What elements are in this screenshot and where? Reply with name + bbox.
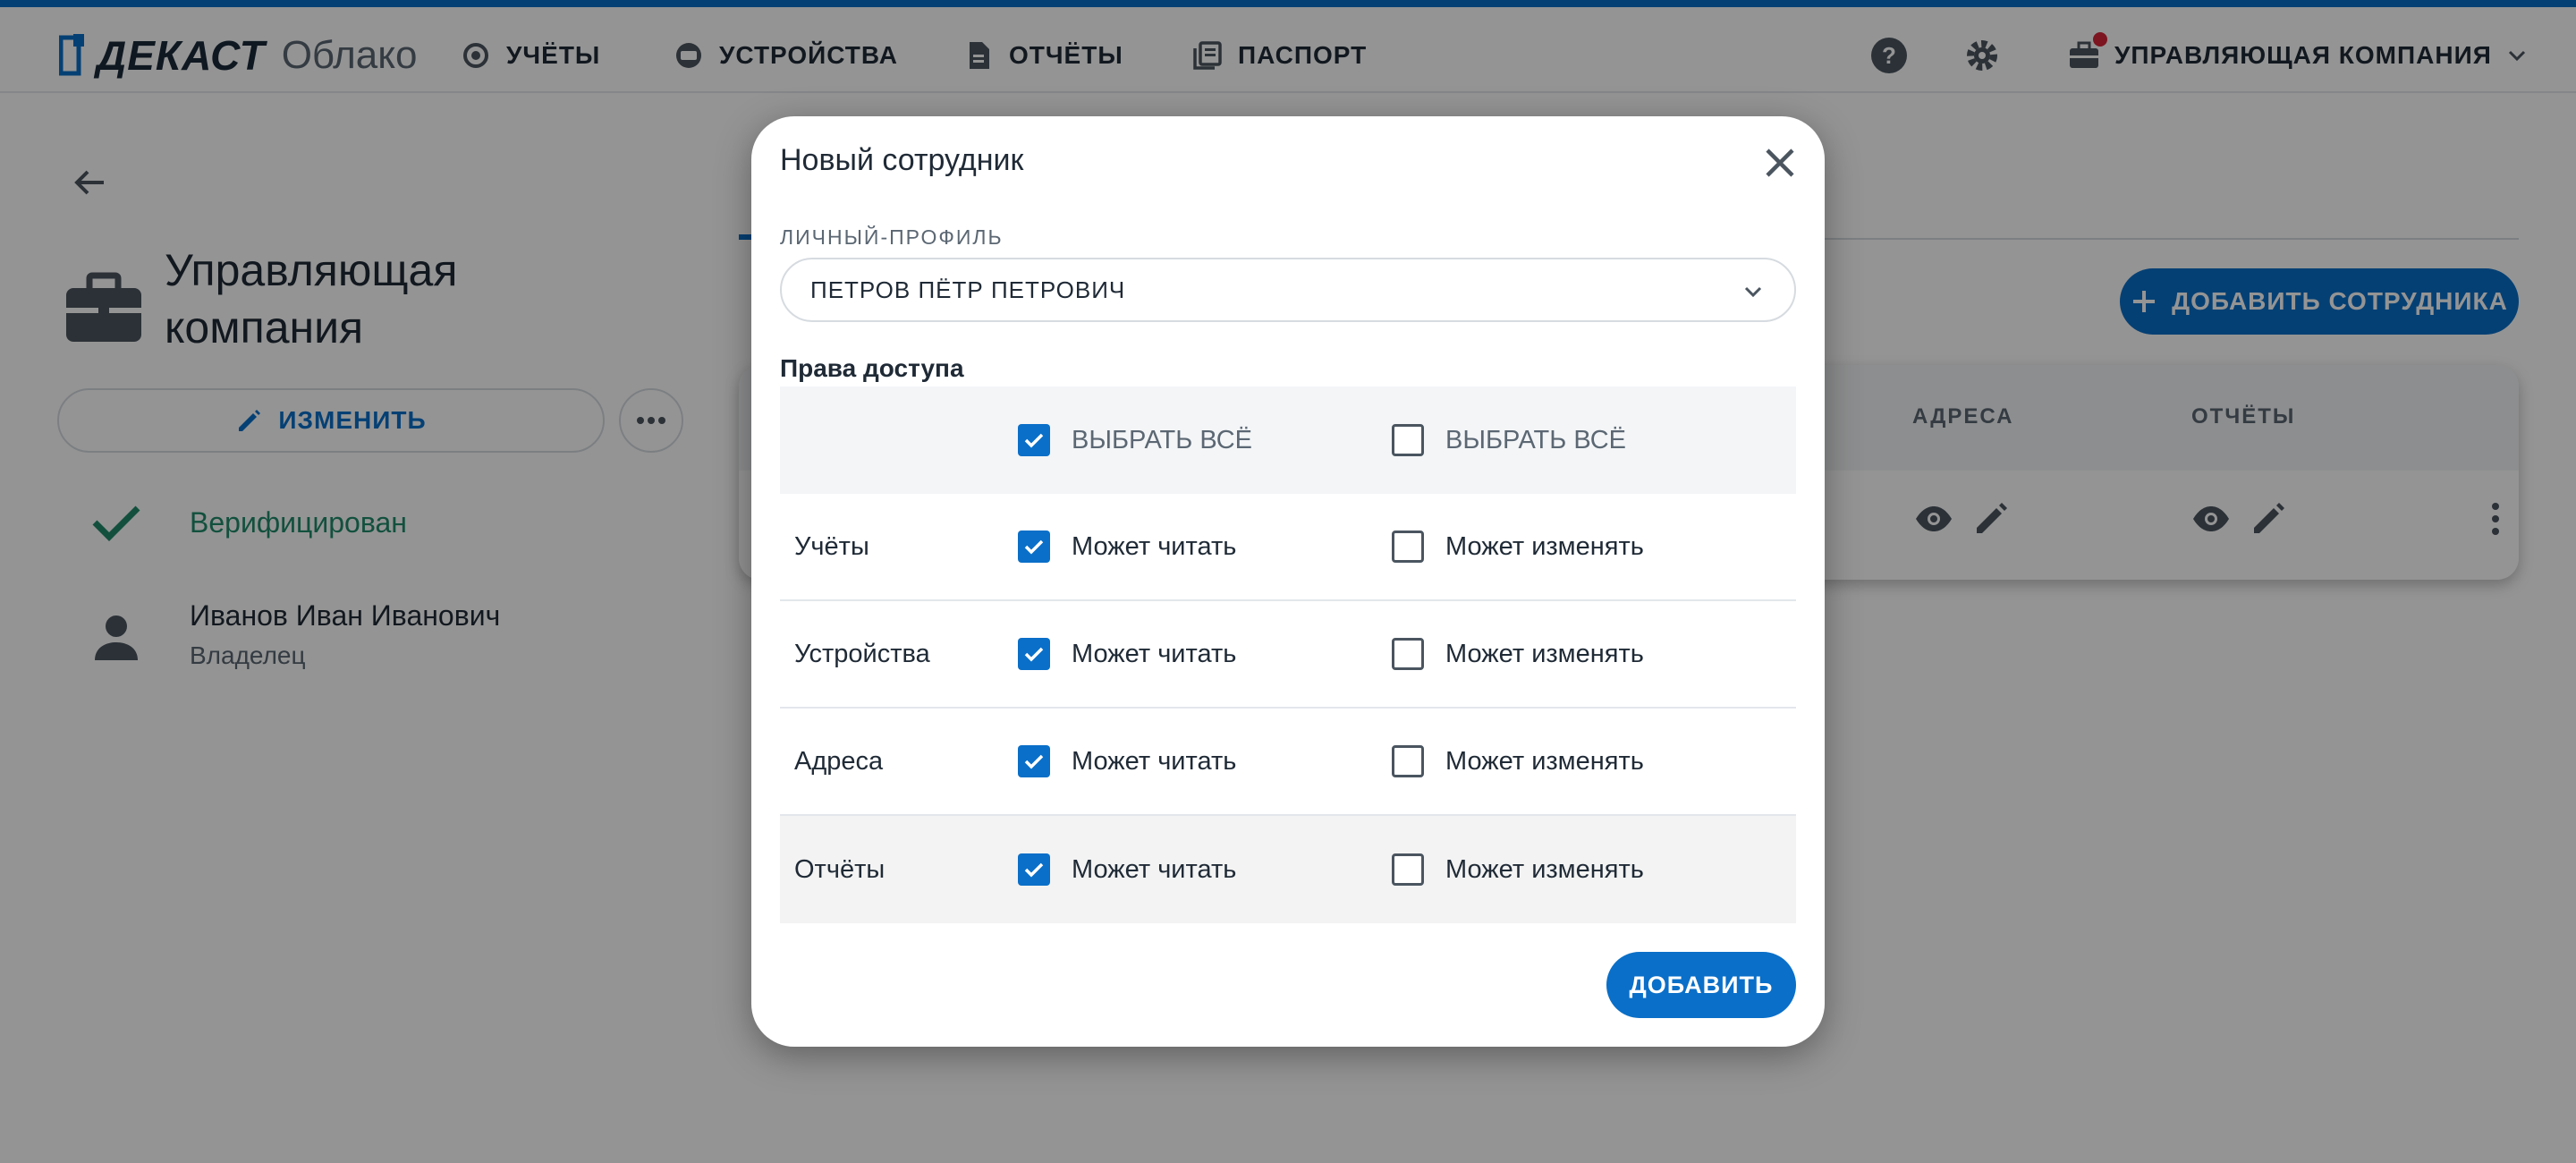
- chevron-down-icon: [1744, 286, 1762, 298]
- permission-row-devices: Устройства Может читать Может изменять: [780, 601, 1796, 709]
- read-permission-label: Может читать: [1072, 746, 1237, 776]
- permission-name: Отчёты: [794, 854, 886, 884]
- checkbox-checked[interactable]: [1018, 853, 1050, 886]
- new-employee-dialog: Новый сотрудник ЛИЧНЫЙ-ПРОФИЛЬ ПЕТРОВ ПЁ…: [751, 116, 1825, 1047]
- read-permission-label: Может читать: [1072, 531, 1237, 561]
- checkbox-checked[interactable]: [1018, 745, 1050, 777]
- checkbox-checked[interactable]: [1018, 638, 1050, 670]
- close-icon[interactable]: [1758, 141, 1801, 184]
- permissions-table: ВЫБРАТЬ ВСЁ ВЫБРАТЬ ВСЁ Учёты Может чита…: [780, 386, 1796, 923]
- read-permission[interactable]: Может читать: [1018, 853, 1236, 886]
- permissions-header-row: ВЫБРАТЬ ВСЁ ВЫБРАТЬ ВСЁ: [780, 386, 1796, 494]
- checkbox-unchecked[interactable]: [1392, 424, 1424, 456]
- write-permission-label: Может изменять: [1445, 854, 1644, 884]
- check-icon: [1024, 539, 1044, 555]
- permission-name: Устройства: [794, 639, 930, 668]
- read-permission[interactable]: Может читать: [1018, 745, 1236, 777]
- read-permission[interactable]: Может читать: [1018, 531, 1236, 563]
- checkbox-unchecked[interactable]: [1392, 531, 1424, 563]
- select-all-read-label: ВЫБРАТЬ ВСЁ: [1072, 425, 1253, 454]
- check-icon: [1024, 433, 1044, 448]
- read-permission-label: Может читать: [1072, 639, 1237, 668]
- write-permission-label: Может изменять: [1445, 746, 1644, 776]
- profile-select[interactable]: ПЕТРОВ ПЁТР ПЕТРОВИЧ: [780, 258, 1796, 322]
- permission-row-reports: Отчёты Может читать Может изменять: [780, 816, 1796, 923]
- profile-select-value: ПЕТРОВ ПЁТР ПЕТРОВИЧ: [810, 276, 1126, 303]
- permission-row-addresses: Адреса Может читать Может изменять: [780, 709, 1796, 816]
- select-all-write[interactable]: ВЫБРАТЬ ВСЁ: [1392, 424, 1626, 456]
- checkbox-checked[interactable]: [1018, 424, 1050, 456]
- check-icon: [1024, 862, 1044, 878]
- select-all-read[interactable]: ВЫБРАТЬ ВСЁ: [1018, 424, 1252, 456]
- profile-field-label: ЛИЧНЫЙ-ПРОФИЛЬ: [780, 225, 1004, 249]
- check-icon: [1024, 754, 1044, 769]
- permission-row-accounting: Учёты Может читать Может изменять: [780, 494, 1796, 601]
- select-all-write-label: ВЫБРАТЬ ВСЁ: [1445, 425, 1627, 454]
- write-permission[interactable]: Может изменять: [1392, 745, 1644, 777]
- check-icon: [1024, 647, 1044, 662]
- add-button[interactable]: ДОБАВИТЬ: [1606, 952, 1796, 1018]
- checkbox-checked[interactable]: [1018, 531, 1050, 563]
- checkbox-unchecked[interactable]: [1392, 638, 1424, 670]
- write-permission[interactable]: Может изменять: [1392, 531, 1644, 563]
- write-permission[interactable]: Может изменять: [1392, 853, 1644, 886]
- read-permission-label: Может читать: [1072, 854, 1237, 884]
- dialog-title: Новый сотрудник: [780, 143, 1024, 177]
- permission-name: Адреса: [794, 746, 884, 776]
- access-rights-label: Права доступа: [780, 354, 964, 382]
- write-permission-label: Может изменять: [1445, 531, 1644, 561]
- write-permission-label: Может изменять: [1445, 639, 1644, 668]
- permission-name: Учёты: [794, 531, 869, 561]
- checkbox-unchecked[interactable]: [1392, 745, 1424, 777]
- checkbox-unchecked[interactable]: [1392, 853, 1424, 886]
- read-permission[interactable]: Может читать: [1018, 638, 1236, 670]
- write-permission[interactable]: Может изменять: [1392, 638, 1644, 670]
